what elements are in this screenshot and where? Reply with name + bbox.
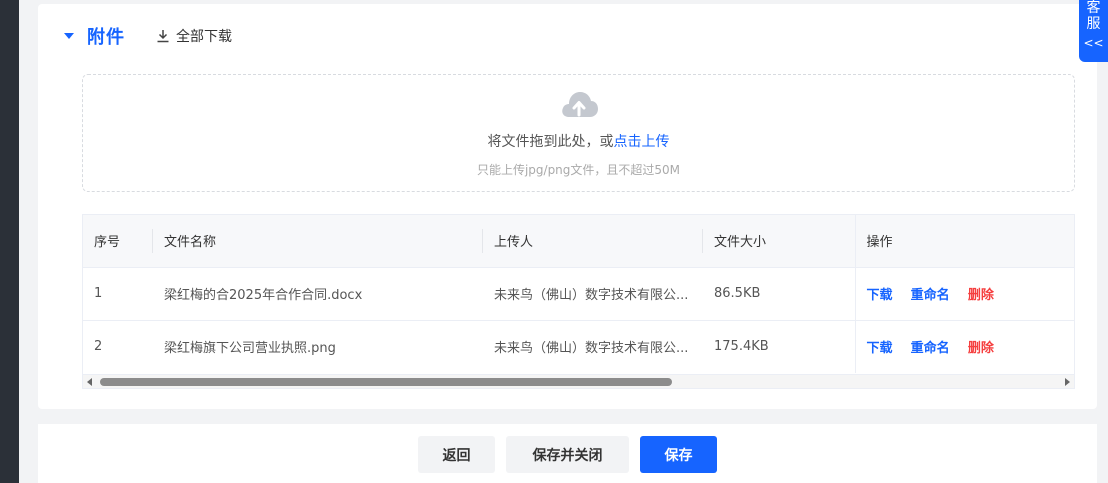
attachments-table: 序号 文件名称 上传人 文件大小 操作 1 梁红梅的合2025年合作合同.doc…: [82, 214, 1075, 389]
upload-text-prefix: 将文件拖到此处，或: [487, 134, 614, 150]
table-row: 2 梁红梅旗下公司营业执照.png 未来鸟（佛山）数字技术有限公... 175.…: [83, 319, 1074, 373]
footer-bar: 返回 保存并关闭 保存: [38, 424, 1097, 483]
upload-hint: 只能上传jpg/png文件，且不超过50M: [476, 163, 681, 177]
row-actions: 下载 重命名 删除: [854, 319, 1074, 373]
scrollbar-thumb[interactable]: [100, 378, 672, 386]
save-and-close-button[interactable]: 保存并关闭: [506, 436, 629, 473]
header-size: 文件大小: [703, 215, 855, 267]
upload-dropzone[interactable]: 将文件拖到此处，或点击上传 只能上传jpg/png文件，且不超过50M: [82, 74, 1075, 192]
attachments-card: 附件 全部下载 将文件拖到此处，或点击上传 只能上传jpg/png文件，且不超过…: [38, 4, 1097, 409]
cloud-upload-icon: [562, 92, 598, 117]
table-header-row: 序号 文件名称 上传人 文件大小 操作: [83, 215, 1074, 267]
scroll-left-arrow-icon[interactable]: [87, 378, 92, 386]
table-row: 1 梁红梅的合2025年合作合同.docx 未来鸟（佛山）数字技术有限公... …: [83, 266, 1074, 320]
row-uploader: 未来鸟（佛山）数字技术有限公...: [483, 266, 703, 320]
download-icon: [157, 30, 169, 43]
download-all-label: 全部下载: [176, 29, 232, 45]
horizontal-scrollbar[interactable]: [83, 374, 1074, 388]
row-file-size: 175.4KB: [703, 319, 855, 373]
rename-link[interactable]: 重命名: [911, 341, 950, 356]
section-title: 附件: [87, 27, 125, 48]
back-button[interactable]: 返回: [418, 436, 495, 473]
section-header[interactable]: 附件: [64, 24, 125, 48]
scroll-right-arrow-icon[interactable]: [1065, 378, 1070, 386]
service-tab-char-1: 客: [1086, 0, 1101, 16]
row-index: 1: [83, 266, 153, 320]
service-tab-char-2: 服: [1086, 16, 1101, 32]
header-actions: 操作: [854, 215, 1074, 267]
download-link[interactable]: 下载: [867, 288, 893, 303]
header-name: 文件名称: [153, 215, 483, 267]
upload-instruction: 将文件拖到此处，或点击上传: [83, 131, 1074, 151]
left-sidebar-strip: [0, 0, 19, 483]
row-file-size: 86.5KB: [703, 266, 855, 320]
row-index: 2: [83, 319, 153, 373]
row-uploader: 未来鸟（佛山）数字技术有限公...: [483, 319, 703, 373]
save-button[interactable]: 保存: [640, 436, 717, 473]
download-all-button[interactable]: 全部下载: [156, 25, 232, 47]
delete-link[interactable]: 删除: [968, 341, 994, 356]
delete-link[interactable]: 删除: [968, 288, 994, 303]
customer-service-tab[interactable]: 客 服 <<: [1079, 0, 1108, 62]
chevron-left-double-icon: <<: [1083, 36, 1104, 50]
download-link[interactable]: 下载: [867, 341, 893, 356]
rename-link[interactable]: 重命名: [911, 288, 950, 303]
collapse-caret-icon[interactable]: [64, 33, 74, 39]
header-index: 序号: [83, 215, 153, 267]
row-file-name: 梁红梅旗下公司营业执照.png: [153, 319, 483, 373]
header-uploader: 上传人: [483, 215, 703, 267]
row-actions: 下载 重命名 删除: [854, 266, 1074, 320]
click-upload-link[interactable]: 点击上传: [614, 134, 670, 150]
row-file-name: 梁红梅的合2025年合作合同.docx: [153, 266, 483, 320]
